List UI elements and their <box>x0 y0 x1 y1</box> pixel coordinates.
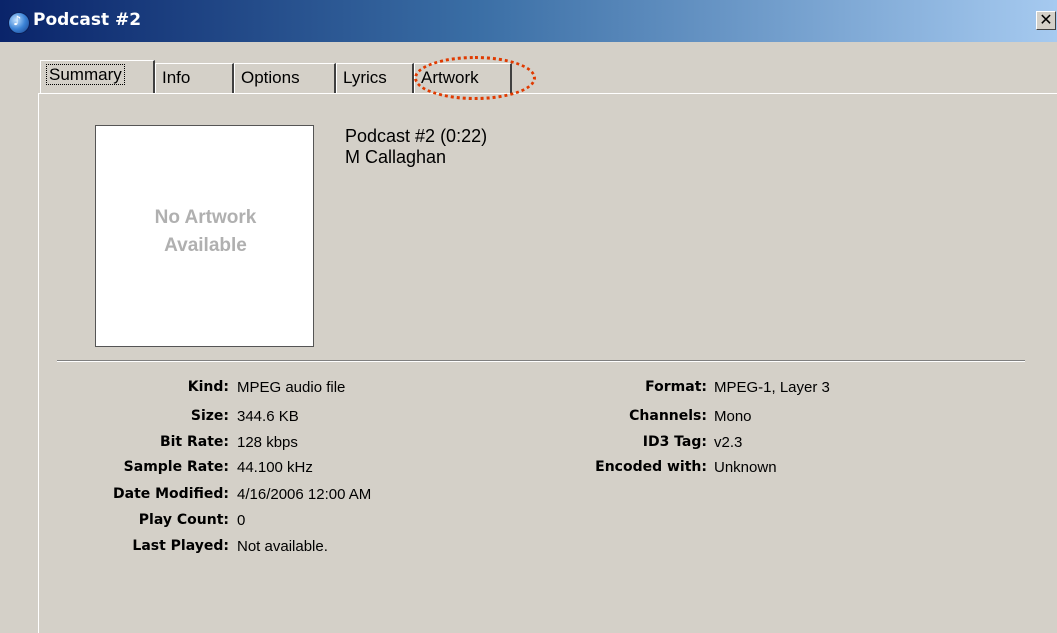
artwork-placeholder-text: No Artwork Available <box>96 204 315 260</box>
play-count-label: Play Count: <box>138 512 229 528</box>
bit-rate-label: Bit Rate: <box>159 434 229 450</box>
date-modified-value: 4/16/2006 12:00 AM <box>237 486 372 503</box>
artwork-tab-highlight <box>414 56 536 100</box>
tab-summary-label: Summary <box>46 64 125 85</box>
section-divider <box>57 360 1025 362</box>
channels-label: Channels: <box>629 408 707 424</box>
tab-lyrics-label: Lyrics <box>343 68 387 87</box>
itunes-icon: ♪ <box>8 12 30 34</box>
tab-info[interactable]: Info <box>155 63 234 93</box>
sample-rate-label: Sample Rate: <box>123 459 229 475</box>
track-artist: M Callaghan <box>345 147 447 167</box>
sample-rate-value: 44.100 kHz <box>237 459 313 476</box>
close-button[interactable]: ✕ <box>1036 11 1056 30</box>
artwork-placeholder[interactable]: No Artwork Available <box>95 125 314 347</box>
tab-options[interactable]: Options <box>234 63 336 93</box>
kind-value: MPEG audio file <box>237 379 346 396</box>
size-label: Size: <box>190 408 229 424</box>
encoded-with-value: Unknown <box>714 459 777 476</box>
tab-options-label: Options <box>241 68 300 87</box>
bit-rate-value: 128 kbps <box>237 434 298 451</box>
last-played-value: Not available. <box>237 538 328 555</box>
id3-tag-value: v2.3 <box>714 434 743 451</box>
title-bar[interactable]: ♪ Podcast #2 ✕ <box>0 0 1057 42</box>
format-value: MPEG-1, Layer 3 <box>714 379 830 396</box>
play-count-value: 0 <box>237 512 246 529</box>
date-modified-label: Date Modified: <box>113 486 229 502</box>
encoded-with-label: Encoded with: <box>595 459 707 475</box>
tab-lyrics[interactable]: Lyrics <box>336 63 414 93</box>
window-title: Podcast #2 <box>33 10 142 30</box>
id3-tag-label: ID3 Tag: <box>642 434 707 450</box>
artwork-placeholder-line2: Available <box>164 235 247 256</box>
track-name: Podcast #2 (0:22) <box>345 126 488 146</box>
channels-value: Mono <box>714 408 752 425</box>
kind-label: Kind: <box>187 379 229 395</box>
tab-info-label: Info <box>162 68 191 87</box>
artwork-placeholder-line1: No Artwork <box>154 207 257 228</box>
tab-summary[interactable]: Summary <box>40 60 155 93</box>
last-played-label: Last Played: <box>132 538 229 554</box>
size-value: 344.6 KB <box>237 408 299 425</box>
close-icon: ✕ <box>1039 10 1053 29</box>
format-label: Format: <box>645 379 707 395</box>
